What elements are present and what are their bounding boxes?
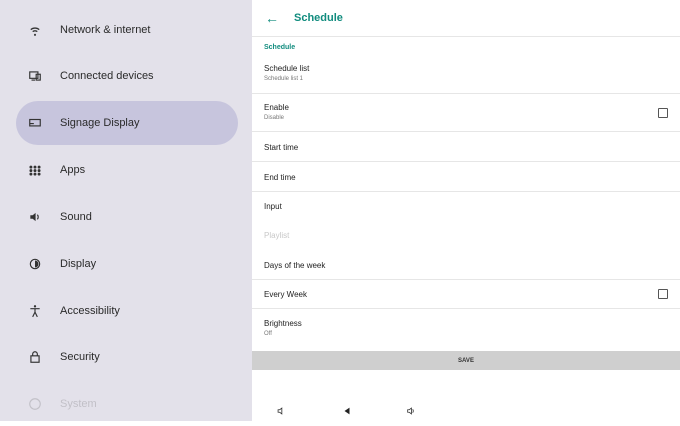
accessibility-icon bbox=[24, 304, 46, 318]
schedule-panel: ← Schedule Schedule Schedule list Schedu… bbox=[252, 0, 680, 421]
app-bar: ← Schedule bbox=[252, 0, 680, 37]
sidebar-item-apps[interactable]: Apps bbox=[16, 148, 238, 192]
volume-up-icon[interactable] bbox=[404, 404, 418, 418]
schedule-list-row[interactable]: Schedule list Schedule list 1 bbox=[252, 56, 680, 94]
sidebar-item-accessibility[interactable]: Accessibility bbox=[16, 289, 238, 333]
section-header: Schedule bbox=[264, 44, 296, 51]
sidebar-item-label: Signage Display bbox=[60, 117, 140, 129]
input-row[interactable]: Input bbox=[252, 192, 680, 220]
sidebar-item-signage-display[interactable]: Signage Display bbox=[16, 101, 238, 145]
sidebar-item-label: Connected devices bbox=[60, 70, 154, 82]
playlist-row: Playlist bbox=[252, 220, 680, 249]
back-arrow-icon[interactable]: ← bbox=[262, 8, 282, 28]
back-nav-icon[interactable] bbox=[340, 404, 354, 418]
row-title: Input bbox=[264, 202, 282, 211]
wifi-icon bbox=[24, 23, 46, 37]
row-title: Start time bbox=[264, 143, 299, 152]
sidebar-item-label: Security bbox=[60, 351, 100, 363]
sidebar-item-label: System bbox=[60, 398, 97, 410]
volume-down-icon[interactable] bbox=[274, 404, 288, 418]
display-icon bbox=[24, 116, 46, 130]
brightness-icon bbox=[24, 257, 46, 271]
days-of-week-row[interactable]: Days of the week bbox=[252, 250, 680, 280]
sidebar-item-connected-devices[interactable]: Connected devices bbox=[16, 54, 238, 98]
sidebar-item-security[interactable]: Security bbox=[16, 335, 238, 379]
sidebar-item-label: Accessibility bbox=[60, 305, 120, 317]
lock-icon bbox=[24, 350, 46, 364]
sidebar-item-label: Network & internet bbox=[60, 24, 151, 36]
volume-icon bbox=[24, 210, 46, 224]
sidebar-item-display[interactable]: Display bbox=[16, 242, 238, 286]
row-title: Days of the week bbox=[264, 261, 326, 270]
sidebar-item-label: Sound bbox=[60, 211, 92, 223]
row-title: Brightness bbox=[264, 319, 302, 328]
sidebar-item-sound[interactable]: Sound bbox=[16, 195, 238, 239]
row-title: Enable bbox=[264, 103, 289, 112]
row-title: Playlist bbox=[264, 231, 290, 240]
devices-icon bbox=[24, 69, 46, 83]
save-button[interactable]: SAVE bbox=[252, 351, 680, 370]
info-icon bbox=[24, 397, 46, 411]
brightness-row[interactable]: Brightness Off bbox=[252, 309, 680, 350]
sidebar-item-network[interactable]: Network & internet bbox=[16, 8, 238, 52]
start-time-row[interactable]: Start time bbox=[252, 132, 680, 162]
enable-checkbox[interactable] bbox=[658, 108, 668, 118]
sidebar-item-label: Display bbox=[60, 258, 97, 270]
every-week-row[interactable]: Every Week bbox=[252, 280, 680, 309]
sidebar-item-label: Apps bbox=[60, 164, 86, 176]
apps-grid-icon bbox=[24, 163, 46, 177]
row-subtitle: Schedule list 1 bbox=[264, 76, 304, 82]
row-title: End time bbox=[264, 173, 296, 182]
enable-row[interactable]: Enable Disable bbox=[252, 94, 680, 132]
settings-sidebar: Network & internet Connected devices Sig… bbox=[0, 0, 252, 421]
row-subtitle: Off bbox=[264, 331, 272, 337]
row-title: Schedule list bbox=[264, 64, 310, 73]
page-title: Schedule bbox=[294, 12, 343, 24]
end-time-row[interactable]: End time bbox=[252, 162, 680, 192]
row-subtitle: Disable bbox=[264, 115, 285, 121]
sidebar-item-system[interactable]: System bbox=[16, 382, 238, 426]
row-title: Every Week bbox=[264, 290, 307, 299]
system-nav-bar bbox=[252, 400, 680, 421]
every-week-checkbox[interactable] bbox=[658, 289, 668, 299]
